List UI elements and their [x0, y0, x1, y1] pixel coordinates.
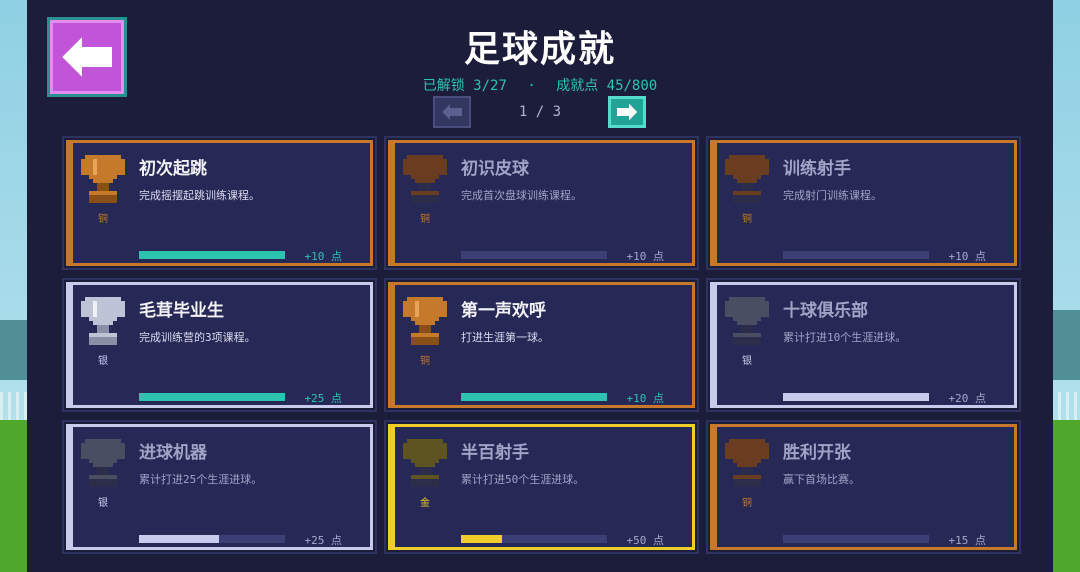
fence-right: [1050, 392, 1080, 422]
tier-label: 铜: [420, 356, 430, 367]
achievement-points: +50 点: [626, 534, 665, 547]
tier-label: 铜: [98, 214, 108, 225]
achievement-card[interactable]: 铜 初识皮球 完成首次盘球训练课程。 +10 点: [384, 136, 699, 270]
progress-bar: [461, 251, 607, 259]
tier-label: 银: [742, 356, 752, 367]
achievement-points: +10 点: [948, 250, 987, 263]
progress-fill: [461, 393, 607, 401]
tier-label: 银: [98, 498, 108, 509]
achievement-card[interactable]: 银 毛茸毕业生 完成训练营的3项课程。 +25 点: [62, 278, 377, 412]
achievement-description: 完成首次盘球训练课程。: [461, 189, 582, 202]
trophy-icon: [725, 297, 769, 345]
progress-bar: [139, 393, 285, 401]
trophy-icon: [725, 155, 769, 203]
achievement-card[interactable]: 铜 胜利开张 赢下首场比赛。 +15 点: [706, 420, 1021, 554]
progress-bar: [461, 535, 607, 543]
trophy-icon: [81, 155, 125, 203]
achievement-description: 累计打进25个生涯进球。: [139, 473, 263, 486]
trophy-icon: [403, 439, 447, 487]
arrow-left-icon: [442, 104, 462, 120]
tier-label: 铜: [742, 498, 752, 509]
achievement-description: 完成射门训练课程。: [783, 189, 882, 202]
trophy-icon: [403, 155, 447, 203]
progress-bar: [461, 393, 607, 401]
page-title: 足球成就: [463, 29, 616, 70]
prev-page-button[interactable]: [433, 96, 471, 128]
achievement-points: +10 点: [626, 392, 665, 405]
achievement-card[interactable]: 银 十球俱乐部 累计打进10个生涯进球。 +20 点: [706, 278, 1021, 412]
progress-bar: [783, 535, 929, 543]
achievement-description: 赢下首场比赛。: [783, 473, 860, 486]
achievement-card[interactable]: 铜 训练射手 完成射门训练课程。 +10 点: [706, 136, 1021, 270]
progress-fill: [461, 535, 502, 543]
progress-fill: [139, 535, 220, 543]
achievement-points: +25 点: [304, 392, 343, 405]
achievement-name: 第一声欢呼: [461, 301, 546, 321]
achievement-name: 半百射手: [461, 443, 529, 463]
progress-fill: [139, 251, 285, 259]
trophy-icon: [81, 297, 125, 345]
achievement-points: +25 点: [304, 534, 343, 547]
achievement-name: 进球机器: [139, 443, 207, 463]
unlocked-count: 已解锁 3/27: [422, 78, 507, 94]
arrow-right-icon: [617, 104, 637, 120]
achievement-description: 打进生涯第一球。: [461, 331, 549, 344]
achievement-card[interactable]: 铜 第一声欢呼 打进生涯第一球。 +10 点: [384, 278, 699, 412]
progress-bar: [783, 251, 929, 259]
achievement-description: 累计打进10个生涯进球。: [783, 331, 907, 344]
progress-fill: [783, 393, 929, 401]
next-page-button[interactable]: [608, 96, 646, 128]
achievement-points: +10 点: [626, 250, 665, 263]
page-indicator: 1 / 3: [518, 104, 562, 120]
achievement-card[interactable]: 银 进球机器 累计打进25个生涯进球。 +25 点: [62, 420, 377, 554]
achievement-points: +15 点: [948, 534, 987, 547]
achievement-name: 训练射手: [783, 159, 851, 179]
tier-label: 铜: [742, 214, 752, 225]
tier-label: 铜: [420, 214, 430, 225]
achievement-name: 十球俱乐部: [783, 301, 868, 321]
progress-bar: [783, 393, 929, 401]
achievement-name: 初识皮球: [461, 159, 529, 179]
achievement-description: 完成训练营的3项课程。: [139, 331, 256, 344]
trophy-icon: [725, 439, 769, 487]
achievement-description: 完成摇摆起跳训练课程。: [139, 189, 260, 202]
achievement-name: 毛茸毕业生: [139, 301, 224, 321]
tier-label: 银: [98, 356, 108, 367]
achievement-card[interactable]: 铜 初次起跳 完成摇摆起跳训练课程。 +10 点: [62, 136, 377, 270]
trophy-icon: [403, 297, 447, 345]
fence-left: [0, 392, 30, 422]
achievement-name: 初次起跳: [139, 159, 207, 179]
points-total: 成就点 45/800: [556, 78, 658, 94]
trophy-icon: [81, 439, 125, 487]
achievement-description: 累计打进50个生涯进球。: [461, 473, 585, 486]
stats-separator: ·: [527, 78, 536, 94]
achievement-card[interactable]: 金 半百射手 累计打进50个生涯进球。 +50 点: [384, 420, 699, 554]
tier-label: 金: [420, 498, 430, 509]
achievement-points: +20 点: [948, 392, 987, 405]
achievement-name: 胜利开张: [783, 443, 851, 463]
achievement-points: +10 点: [304, 250, 343, 263]
progress-fill: [139, 393, 285, 401]
achievement-stats: 已解锁 3/27 · 成就点 45/800: [0, 75, 1080, 95]
progress-bar: [139, 535, 285, 543]
progress-bar: [139, 251, 285, 259]
